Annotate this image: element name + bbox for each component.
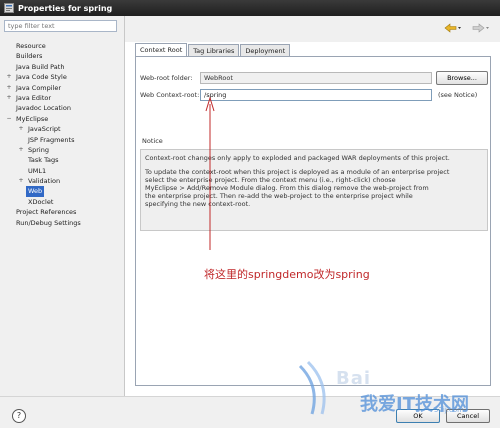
annotation-text: 将这里的springdemo改为spring [204,268,370,281]
window-title: Properties for spring [18,3,113,13]
watermark: Bai 我爱IT技术网 52ij.com [290,356,500,416]
watermark-text-3: 52ij.com [434,406,464,414]
help-icon[interactable]: ? [12,409,26,423]
watermark-text-1: Bai [336,368,372,389]
window-titlebar[interactable]: Properties for spring [0,0,500,16]
properties-app-icon [4,3,14,13]
